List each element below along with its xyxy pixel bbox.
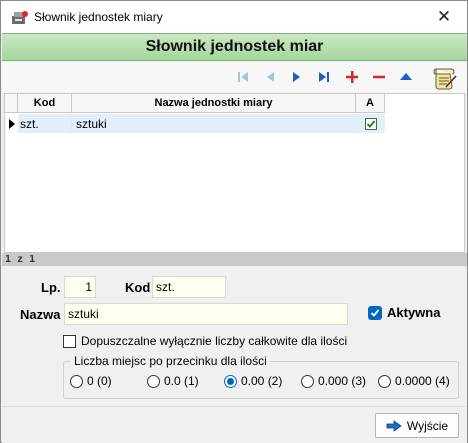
grid-header-aktywna[interactable]: A [356, 94, 385, 112]
nazwa-label: Nazwa [20, 307, 61, 322]
arrow-right-icon [386, 419, 402, 432]
radio-decimals-1-circle[interactable] [147, 374, 160, 388]
exit-button[interactable]: Wyjście [375, 413, 459, 438]
first-record-button[interactable] [234, 68, 252, 86]
last-record-button[interactable] [315, 68, 333, 86]
radio-decimals-3-circle[interactable] [301, 374, 314, 388]
radio-decimals-3-label: 0.000 (3) [318, 374, 367, 388]
scroll-icon[interactable] [430, 64, 458, 92]
minus-icon [373, 75, 385, 79]
table-row[interactable]: szt. sztuki [5, 114, 385, 133]
grid-header-kod[interactable]: Kod [18, 94, 72, 112]
title-bar: Słownik jednostek miary ✕ [1, 1, 467, 33]
kod-label: Kod [125, 280, 151, 295]
decimal-places-group-title: Liczba miejsc po przecinku dla ilości [71, 354, 270, 368]
window-title: Słownik jednostek miary [34, 10, 163, 24]
next-icon [293, 72, 300, 82]
integers-only-label: Dopuszczalne wyłącznie liczby całkowite … [81, 334, 348, 348]
radio-decimals-0[interactable]: 0 (0) [70, 374, 112, 388]
radio-decimals-0-label: 0 (0) [87, 374, 112, 388]
nazwa-field[interactable]: sztuki [64, 303, 348, 325]
navigation-toolbar [2, 62, 467, 93]
radio-decimals-0-circle[interactable] [70, 374, 83, 388]
radio-decimals-4-circle[interactable] [378, 374, 391, 388]
grid-header-nazwa[interactable]: Nazwa jednostki miary [72, 94, 356, 112]
radio-decimals-1-label: 0.0 (1) [164, 374, 199, 388]
exit-button-label: Wyjście [406, 418, 449, 433]
aktywna-label: Aktywna [387, 305, 441, 320]
add-record-button[interactable] [343, 68, 361, 86]
close-icon: ✕ [436, 7, 452, 26]
aktywna-checkbox-box[interactable] [368, 305, 382, 320]
radio-decimals-4[interactable]: 0.0000 (4) [378, 374, 450, 388]
integers-only-checkbox-box[interactable] [63, 334, 76, 348]
aktywna-checkbox-cell[interactable] [364, 117, 377, 130]
app-icon [12, 11, 28, 24]
cell-aktywna[interactable] [356, 114, 385, 133]
lp-label: Lp. [41, 280, 61, 295]
edit-record-button[interactable] [397, 68, 415, 86]
check-icon [370, 308, 380, 317]
aktywna-checkbox[interactable]: Aktywna [368, 305, 440, 320]
close-button[interactable]: ✕ [421, 1, 467, 33]
check-icon [366, 119, 375, 128]
radio-decimals-4-label: 0.0000 (4) [395, 374, 450, 388]
row-indicator-icon [5, 114, 18, 133]
up-icon [400, 73, 412, 80]
next-record-button[interactable] [288, 68, 306, 86]
plus-icon [346, 71, 358, 83]
cell-nazwa[interactable]: sztuki [72, 114, 356, 133]
cell-kod[interactable]: szt. [18, 114, 72, 133]
units-grid: Kod Nazwa jednostki miary A szt. sztuki [4, 93, 465, 253]
last-icon [319, 72, 329, 82]
radio-decimals-2[interactable]: 0.00 (2) [224, 374, 282, 388]
grid-header: Kod Nazwa jednostki miary A [5, 94, 385, 113]
record-status: 1 z 1 [2, 253, 467, 266]
radio-decimals-2-label: 0.00 (2) [241, 374, 283, 388]
header-title: Słownik jednostek miar [145, 38, 324, 55]
first-icon [238, 72, 248, 82]
lp-field[interactable]: 1 [64, 276, 96, 298]
kod-field[interactable]: szt. [152, 276, 226, 298]
dialog-window: Słownik jednostek miary ✕ Słownik jednos… [0, 0, 468, 443]
radio-decimals-3[interactable]: 0.000 (3) [301, 374, 366, 388]
prior-record-button[interactable] [261, 68, 279, 86]
integers-only-checkbox[interactable]: Dopuszczalne wyłącznie liczby całkowite … [63, 334, 347, 348]
radio-decimals-2-circle[interactable] [224, 374, 237, 388]
grid-header-indicator [5, 94, 18, 112]
button-bar: Wyjście [2, 406, 467, 443]
dictionary-header: Słownik jednostek miar [2, 33, 467, 61]
delete-record-button[interactable] [370, 68, 388, 86]
radio-decimals-1[interactable]: 0.0 (1) [147, 374, 199, 388]
prior-icon [267, 72, 274, 82]
